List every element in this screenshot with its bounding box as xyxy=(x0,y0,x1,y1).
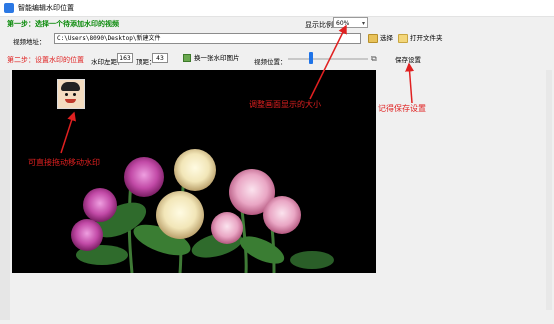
annotation-adjust-size: 调整画面显示的大小 xyxy=(249,100,321,109)
scrollbar[interactable] xyxy=(546,70,552,310)
annotation-remember-save: 记得保存设置 xyxy=(378,104,426,113)
annotation-drag-watermark: 可直接拖动移动水印 xyxy=(28,158,100,167)
